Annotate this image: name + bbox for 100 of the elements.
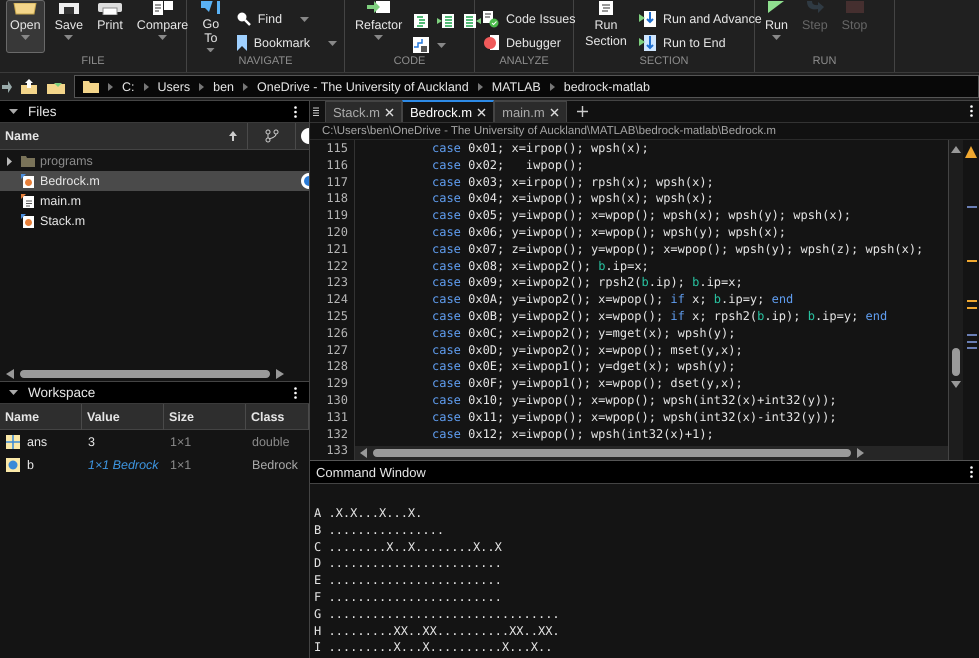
caret-icon[interactable] xyxy=(437,42,446,48)
info-icon[interactable] xyxy=(301,173,309,189)
expand-caret-icon[interactable] xyxy=(7,156,12,166)
ribbon-button[interactable]: Print xyxy=(93,0,127,53)
more-icon[interactable] xyxy=(970,466,973,478)
scroll-left-icon[interactable] xyxy=(360,448,367,458)
column-header[interactable]: Name xyxy=(0,404,82,430)
path-segment[interactable]: MATLAB xyxy=(492,80,541,94)
horizontal-scrollbar[interactable] xyxy=(355,446,948,460)
status-icon xyxy=(299,128,309,144)
close-icon[interactable] xyxy=(477,108,486,116)
scroll-left-icon[interactable] xyxy=(6,369,14,379)
bookmark-icon xyxy=(236,35,248,51)
chevron-icon xyxy=(243,82,248,90)
code-line: case 0x02; iwpop(); xyxy=(432,158,584,172)
scroll-thumb[interactable] xyxy=(952,348,960,376)
caret-icon xyxy=(20,35,30,40)
code-line: case 0x0B; y=iwpop2(); x=wpop(); if x; rpsh2(b.ip); b.ip=y; end xyxy=(432,308,888,323)
caret-icon xyxy=(772,35,781,40)
folder-icon xyxy=(21,156,35,166)
class-file-icon xyxy=(21,174,35,188)
ribbon-button[interactable]: Run Section xyxy=(580,0,632,53)
scroll-right-icon[interactable] xyxy=(276,369,284,379)
scroll-right-icon[interactable] xyxy=(857,448,864,458)
output-line: E ........................ xyxy=(314,572,503,589)
stop-icon xyxy=(846,1,864,15)
ribbon-button[interactable]: Find xyxy=(234,10,338,28)
fixed-point-icon[interactable] xyxy=(413,37,430,53)
code-line: case 0x08; x=iwpop2(); b.ip=x; xyxy=(432,258,649,273)
file-item[interactable]: Stack.m xyxy=(0,211,309,231)
path-segment[interactable]: C: xyxy=(122,80,134,94)
line-number: 119 xyxy=(325,207,348,224)
code-line: case 0x0E; x=iwpop1(); y=dget(x); wpsh(y); xyxy=(432,359,736,374)
code-line: case 0x06; y=iwpop(); x=wpop(); wpsh(y); wpsh(x); xyxy=(432,224,786,239)
output-line: B ................ xyxy=(314,522,446,539)
outdent-icon[interactable] xyxy=(463,13,482,29)
collapse-caret-icon[interactable] xyxy=(9,109,18,114)
panel-title: Workspace xyxy=(28,385,96,400)
line-number: 115 xyxy=(325,140,348,157)
section-label: NAVIGATE xyxy=(238,55,294,69)
address-bar[interactable]: C: Users ben OneDrive - The University of Auckland MATLAB bedrock-matlab xyxy=(74,75,979,98)
code-line: case 0x03; x=irpop(); rpsh(x); wpsh(x); xyxy=(432,174,714,189)
editor-tab[interactable]: main.m xyxy=(494,101,567,122)
menu-icon[interactable] xyxy=(313,107,319,116)
branch-icon xyxy=(264,129,278,143)
path-segment[interactable]: ben xyxy=(213,80,234,94)
line-number: 116 xyxy=(325,156,348,174)
code-line: case 0x04; x=iwpop(); wpsh(x); wpsh(x); xyxy=(432,191,714,206)
file-item[interactable]: main.m xyxy=(0,191,309,211)
collapse-caret-icon[interactable] xyxy=(9,390,18,395)
file-item[interactable]: Bedrock.m xyxy=(0,171,309,191)
more-icon[interactable] xyxy=(294,106,297,118)
ribbon-button[interactable]: Refactor xyxy=(351,0,406,53)
ribbon-button[interactable]: Run to End xyxy=(638,34,763,52)
scroll-up-icon[interactable] xyxy=(951,146,961,153)
column-header[interactable]: Size xyxy=(164,404,246,430)
line-number: 131 xyxy=(325,408,348,426)
add-tab-icon[interactable] xyxy=(576,106,588,117)
path-segment[interactable]: Users xyxy=(158,80,190,94)
path-segment[interactable]: OneDrive - The University of Auckland xyxy=(257,80,469,94)
column-header[interactable]: Class xyxy=(246,404,309,430)
code-line: case 0x10; y=iwpop(); x=wpop(); wpsh(int32(x)+int32(y)); xyxy=(432,392,837,407)
chevron-icon xyxy=(144,82,148,90)
column-header[interactable]: Value xyxy=(82,404,164,430)
ribbon-button[interactable]: Go To xyxy=(193,0,229,53)
more-icon[interactable] xyxy=(294,386,297,398)
ribbon-button[interactable]: Run xyxy=(761,0,792,53)
indent-icon[interactable] xyxy=(437,13,456,29)
code-line: case 0x07; z=iwpop(); y=wpop(); x=wpop(); wpsh(y); wpsh(z); wpsh(x); xyxy=(432,242,924,256)
ribbon-button[interactable]: Run and Advance xyxy=(638,10,763,28)
sort-arrow-icon xyxy=(229,131,237,141)
indent-icon[interactable] xyxy=(413,13,430,29)
ribbon-button[interactable]: Open xyxy=(6,0,45,53)
output-line: F ........................ xyxy=(314,588,503,606)
caret-icon xyxy=(64,35,74,40)
close-icon[interactable] xyxy=(550,108,559,116)
output-line: H .........XX..XX..........XX..XX. xyxy=(314,622,561,640)
ribbon-button[interactable]: Debugger xyxy=(481,34,576,52)
table-cell: ans xyxy=(27,434,48,448)
close-icon[interactable] xyxy=(384,108,394,116)
ribbon-button[interactable]: Code Issues xyxy=(481,10,576,28)
section-label: ANALYZE xyxy=(498,55,550,69)
file-item[interactable]: programs xyxy=(0,151,309,171)
back-arrow-icon[interactable] xyxy=(2,80,12,92)
vertical-scrollbar[interactable] xyxy=(949,140,963,460)
table-cell-text: 1×1 Bedrock xyxy=(87,456,160,474)
more-icon[interactable] xyxy=(970,105,973,117)
code-check-icon xyxy=(482,10,500,28)
ribbon-button[interactable]: Save xyxy=(50,0,88,53)
scroll-down-icon[interactable] xyxy=(951,381,961,388)
path-segment[interactable]: bedrock-matlab xyxy=(564,80,650,94)
ribbon-button[interactable]: Bookmark xyxy=(234,34,338,52)
editor-tab[interactable]: Bedrock.m xyxy=(402,100,494,122)
caret-icon xyxy=(206,48,216,52)
folder-up-icon[interactable] xyxy=(20,78,38,94)
folder-icon xyxy=(13,3,38,15)
editor-tab[interactable]: Stack.m xyxy=(325,101,402,122)
ribbon-button[interactable]: Compare xyxy=(132,0,192,53)
caret-icon xyxy=(328,40,337,46)
arrow-icon xyxy=(198,1,223,14)
